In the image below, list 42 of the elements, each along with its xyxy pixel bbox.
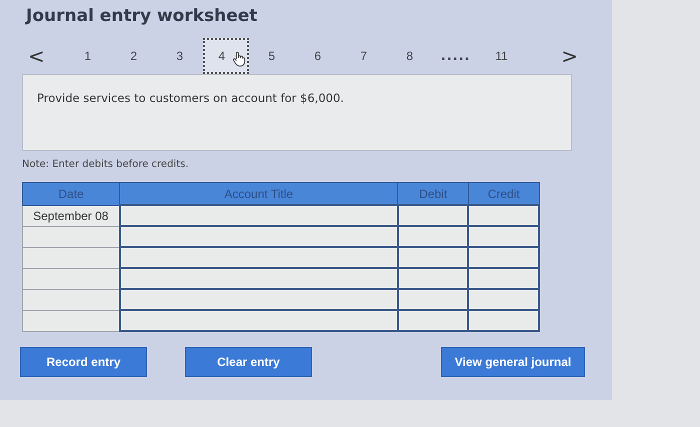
debit-field[interactable]	[398, 247, 468, 268]
debit-field[interactable]	[398, 226, 468, 247]
column-header: Date	[22, 182, 120, 205]
page-tab[interactable]: 1	[64, 38, 111, 74]
page-tab[interactable]: 7	[340, 38, 387, 74]
debit-field[interactable]	[398, 289, 468, 310]
debit-field[interactable]	[398, 205, 468, 226]
action-button[interactable]: Clear entry	[185, 347, 312, 377]
question-text: Provide services to customers on account for $6,000.	[37, 91, 344, 105]
page-ellipsis: .....	[440, 48, 470, 64]
credit-field[interactable]	[468, 310, 539, 331]
next-button[interactable]: >	[555, 44, 584, 68]
account-title-field[interactable]	[120, 205, 398, 226]
debit-field[interactable]	[398, 268, 468, 289]
column-header: Debit	[398, 182, 468, 205]
credit-field[interactable]	[468, 289, 539, 310]
worksheet-title: Journal entry worksheet	[26, 6, 258, 26]
credit-field[interactable]	[468, 205, 539, 226]
account-title-field[interactable]	[120, 268, 398, 289]
page-tab[interactable]: 6	[294, 38, 341, 74]
credit-field[interactable]	[468, 226, 539, 247]
page-tab[interactable]: 5	[248, 38, 295, 74]
credit-field[interactable]	[468, 268, 539, 289]
column-header: Account Title	[120, 182, 398, 205]
account-title-field[interactable]	[120, 289, 398, 310]
column-header: Credit	[468, 182, 539, 205]
page-tab[interactable]: 3	[156, 38, 203, 74]
page-tab[interactable]: 11	[478, 38, 524, 74]
page-tab[interactable]: 2	[110, 38, 157, 74]
credit-field[interactable]	[468, 247, 539, 268]
date-cell: September 08	[22, 205, 120, 226]
account-title-field[interactable]	[120, 247, 398, 268]
hand-cursor-icon	[232, 51, 246, 67]
action-button[interactable]: View general journal	[441, 347, 585, 377]
page-tab[interactable]: 8	[386, 38, 433, 74]
account-title-field[interactable]	[120, 226, 398, 247]
page-tab[interactable]: 4	[202, 38, 249, 74]
previous-button[interactable]: <	[22, 44, 51, 68]
debit-field[interactable]	[398, 310, 468, 331]
action-button[interactable]: Record entry	[20, 347, 147, 377]
note-text: Note: Enter debits before credits.	[22, 159, 190, 170]
account-title-field[interactable]	[120, 310, 398, 331]
